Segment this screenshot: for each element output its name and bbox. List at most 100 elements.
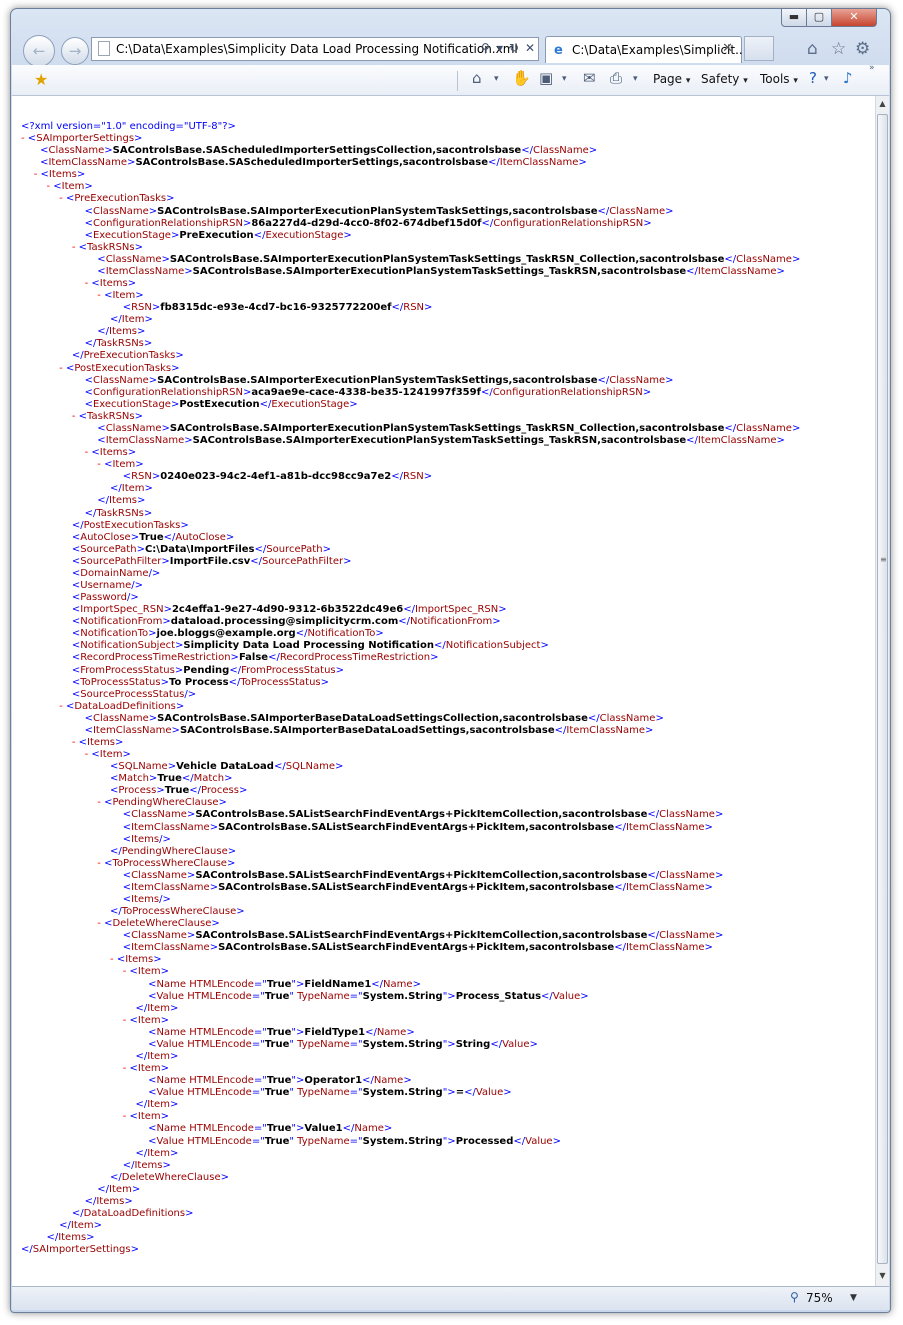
home-icon[interactable]: ⌂ [472, 69, 482, 87]
post-config-rsn: aca9ae9e-cace-4338-be35-1241997f359f [251, 386, 481, 398]
chevron-down-icon: ▾ [743, 76, 748, 86]
delete-item-value: = [455, 1087, 465, 1099]
source-path-value: C:\Data\ImportFiles [144, 543, 255, 555]
pre-execution-stage: PreExecution [179, 229, 254, 241]
page-menu[interactable]: Page ▾ [653, 72, 690, 86]
forward-button[interactable]: → [61, 37, 89, 65]
toprocess-class-name: SAControlsBase.SAListSearchFindEventArgs… [195, 869, 648, 881]
page-menu-label: Page [653, 72, 683, 86]
hand-icon[interactable]: ✋ [512, 69, 531, 87]
delete-item-value: Process_Status [455, 990, 542, 1002]
back-button[interactable]: ← [23, 35, 55, 67]
xml-document: <?xml version="1.0" encoding="UTF-8"?> -… [21, 121, 801, 1256]
separator [457, 71, 458, 91]
mail-icon[interactable]: ✉ [583, 69, 596, 87]
scroll-down-icon[interactable]: ▼ [876, 1268, 889, 1284]
toprocess-item-class-name: SAControlsBase.SAListSearchFindEventArgs… [218, 881, 615, 893]
address-bar[interactable]: C:\Data\Examples\Simplicity Data Load Pr… [91, 37, 539, 61]
chevron-down-icon[interactable]: ▾ [824, 74, 829, 84]
new-tab-button[interactable] [744, 36, 774, 61]
dropdown-icon[interactable]: ▾ [497, 41, 503, 55]
zoom-level[interactable]: 75% [806, 1291, 833, 1305]
root-class-name: SAControlsBase.SAScheduledImporterSettin… [112, 145, 522, 157]
process-value: True [164, 785, 190, 797]
back-arrow-icon: ← [32, 42, 46, 60]
notification-to-value: joe.bloggs@example.org [156, 628, 296, 640]
pre-taskrsns-class-name: SAControlsBase.SAImporterExecutionPlanSy… [169, 253, 725, 265]
maximize-button[interactable]: ▢ [806, 8, 832, 27]
pending-item-class-name: SAControlsBase.SAListSearchFindEventArgs… [218, 821, 615, 833]
gear-icon[interactable]: ⚙ [855, 39, 870, 59]
match-value: True [157, 773, 182, 785]
chevron-down-icon[interactable]: ▾ [562, 74, 567, 84]
chevron-more-icon[interactable]: » [869, 63, 875, 73]
tab-close-icon[interactable]: ✕ [722, 41, 733, 56]
delete-item-name: Operator1 [304, 1075, 363, 1087]
to-process-status-value: To Process [168, 676, 229, 688]
minimize-button[interactable]: ▬ [781, 8, 807, 27]
tab-title: C:\Data\Examples\Simplicit... [572, 43, 747, 57]
dld-class-name: SAControlsBase.SAImporterBaseDataLoadSet… [157, 712, 588, 724]
close-button[interactable]: ✕ [831, 8, 877, 27]
address-url[interactable]: C:\Data\Examples\Simplicity Data Load Pr… [116, 42, 518, 56]
root-item-class-name: SAControlsBase.SAScheduledImporterSettin… [135, 157, 489, 169]
delete-item-name: FieldName1 [304, 978, 372, 990]
print-icon[interactable]: ⎙ [610, 69, 622, 87]
chevron-down-icon[interactable]: ▾ [494, 74, 499, 84]
delete-class-name: SAControlsBase.SAListSearchFindEventArgs… [195, 930, 648, 942]
tools-menu-label: Tools [760, 72, 790, 86]
grip-icon: ≡ [880, 555, 887, 564]
chevron-down-icon[interactable]: ▾ [633, 74, 638, 84]
post-execution-stage: PostExecution [179, 398, 260, 410]
add-favorites-icon[interactable]: ★ [34, 70, 48, 89]
delete-item-name: Value1 [304, 1123, 343, 1135]
help-icon[interactable]: ? [809, 69, 817, 87]
from-process-status-value: Pending [183, 664, 230, 676]
root-close-tag: SAImporterSettings [32, 1244, 131, 1256]
tools-menu[interactable]: Tools ▾ [760, 72, 798, 86]
chevron-down-icon[interactable]: ▼ [850, 1293, 857, 1303]
ie-icon: e [554, 43, 563, 58]
chevron-down-icon: ▾ [685, 76, 691, 86]
zoom-icon[interactable]: ⚲ [790, 1290, 799, 1304]
post-taskrsns-class-name: SAControlsBase.SAImporterExecutionPlanSy… [169, 422, 725, 434]
notification-from-value: dataload.processing@simplicitycrm.com [170, 616, 399, 628]
pre-taskrsns-item-class-name: SAControlsBase.SAImporterExecutionPlanSy… [192, 265, 687, 277]
delete-item-value: Processed [455, 1135, 514, 1147]
vertical-scrollbar[interactable]: ▲ ≡ ▼ [875, 96, 889, 1286]
scroll-up-icon[interactable]: ▲ [876, 96, 889, 112]
research-icon[interactable]: ♪ [843, 69, 853, 87]
home-icon[interactable]: ⌂ [807, 39, 818, 59]
pre-class-name: SAControlsBase.SAImporterExecutionPlanSy… [157, 205, 598, 217]
scroll-thumb[interactable]: ≡ [877, 114, 888, 1264]
rss-feed-icon[interactable]: ▣ [539, 69, 553, 87]
search-icon[interactable]: ⚲ [481, 41, 490, 55]
forward-arrow-icon: → [68, 42, 82, 60]
stop-icon[interactable]: ✕ [525, 41, 535, 55]
command-bar: ★ ⌂ ▾ ✋ ▣ ▾ ✉ ⎙ ▾ Page ▾ Safety ▾ Tools … [12, 63, 889, 96]
post-rsn: 0240e023-94c2-4ef1-a81b-dcc98cc9a7e2 [160, 471, 392, 483]
favorites-star-icon[interactable]: ☆ [831, 39, 846, 59]
delete-item-class-name: SAControlsBase.SAListSearchFindEventArgs… [218, 942, 615, 954]
xml-declaration: <?xml version="1.0" encoding="UTF-8"?> [21, 121, 236, 132]
chevron-down-icon: ▾ [793, 76, 798, 86]
dld-item-class-name: SAControlsBase.SAImporterBaseDataLoadSet… [179, 724, 555, 736]
post-taskrsns-item-class-name: SAControlsBase.SAImporterExecutionPlanSy… [192, 435, 687, 447]
root-tag: SAImporterSettings [36, 133, 135, 145]
safety-menu[interactable]: Safety ▾ [701, 72, 748, 86]
record-process-time-restriction-value: False [238, 652, 269, 664]
safety-menu-label: Safety [701, 72, 740, 86]
delete-item-name: FieldType1 [304, 1026, 366, 1038]
status-bar: ⚲ 75% ▼ [12, 1286, 889, 1310]
pending-class-name: SAControlsBase.SAListSearchFindEventArgs… [195, 809, 648, 821]
post-class-name: SAControlsBase.SAImporterExecutionPlanSy… [157, 374, 598, 386]
pre-rsn: fb8315dc-e93e-4cd7-bc16-9325772200ef [160, 302, 392, 314]
sql-name-value: Vehicle DataLoad [176, 761, 274, 773]
refresh-icon[interactable]: ↻ [509, 41, 519, 55]
import-spec-rsn-value: 2c4effa1-9e27-4d90-9312-6b3522dc49e6 [171, 604, 404, 616]
delete-item-value: String [455, 1038, 491, 1050]
page-icon [98, 41, 110, 56]
browser-window: ▬ ▢ ✕ ← → C:\Data\Examples\Simplicity Da… [10, 8, 891, 1313]
xml-viewer: <?xml version="1.0" encoding="UTF-8"?> -… [12, 96, 875, 1286]
tab-active[interactable]: e C:\Data\Examples\Simplicit... ✕ [545, 36, 747, 63]
